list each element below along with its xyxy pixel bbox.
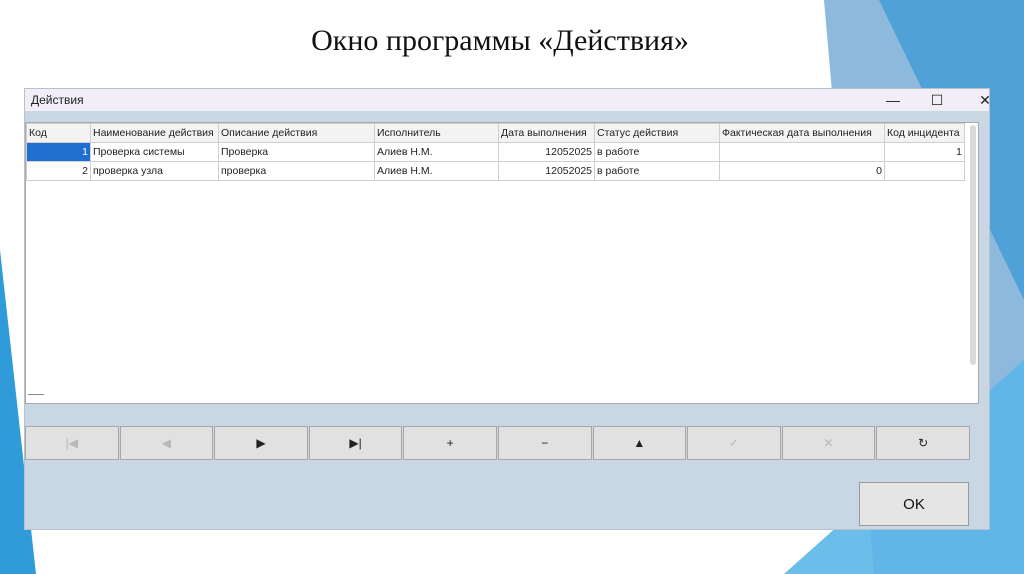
actions-table: Код Наименование действия Описание дейст…	[26, 123, 965, 181]
close-button[interactable]: ✕	[969, 89, 1001, 111]
maximize-button[interactable]: ☐	[921, 89, 953, 111]
post-record-button[interactable]: ✓	[687, 426, 781, 460]
actions-grid[interactable]: Код Наименование действия Описание дейст…	[25, 122, 979, 404]
window-titlebar[interactable]: Действия — ☐ ✕	[25, 89, 991, 111]
table-header-row: Код Наименование действия Описание дейст…	[26, 123, 965, 143]
table-cell[interactable]: проверка узла	[90, 161, 219, 181]
table-cell[interactable]: Проверка системы	[90, 142, 219, 162]
db-navigator: |◀ ◀ ▶ ▶| + − ▲ ✓ ✕ ↻	[25, 426, 971, 460]
table-cell[interactable]: 2	[26, 161, 91, 181]
table-cell[interactable]: проверка	[218, 161, 375, 181]
column-header[interactable]: Исполнитель	[374, 123, 499, 143]
table-cell[interactable]: 12052025	[498, 161, 595, 181]
column-header[interactable]: Код	[26, 123, 91, 143]
slide-title: Окно программы «Действия»	[311, 24, 689, 57]
cancel-edit-button[interactable]: ✕	[781, 426, 876, 460]
column-header[interactable]: Описание действия	[218, 123, 375, 143]
table-cell[interactable]: Алиев Н.М.	[374, 142, 499, 162]
table-cell[interactable]	[884, 161, 965, 181]
actions-window: Действия — ☐ ✕ Код Наименование действия…	[24, 88, 991, 530]
next-record-icon: ▶	[256, 436, 266, 450]
refresh-button[interactable]: ↻	[876, 426, 970, 460]
table-row[interactable]: 1 Проверка системы Проверка Алиев Н.М. 1…	[26, 142, 965, 162]
delete-record-button[interactable]: −	[497, 426, 592, 460]
column-header[interactable]: Код инцидента	[884, 123, 965, 143]
table-row[interactable]: 2 проверка узла проверка Алиев Н.М. 1205…	[26, 161, 965, 181]
table-cell[interactable]: 1	[884, 142, 965, 162]
minimize-button[interactable]: —	[877, 89, 909, 111]
table-cell[interactable]	[719, 142, 885, 162]
table-cell[interactable]: в работе	[594, 161, 720, 181]
first-record-button[interactable]: |◀	[25, 426, 119, 460]
column-header[interactable]: Наименование действия	[90, 123, 219, 143]
vertical-scrollbar[interactable]	[970, 125, 976, 365]
edit-record-button[interactable]: ▲	[592, 426, 687, 460]
table-cell[interactable]: в работе	[594, 142, 720, 162]
table-cell[interactable]: Проверка	[218, 142, 375, 162]
column-header[interactable]: Статус действия	[594, 123, 720, 143]
table-cell[interactable]: 1	[26, 142, 91, 162]
table-cell[interactable]: 0	[719, 161, 885, 181]
edit-record-icon: ▲	[633, 436, 646, 450]
prior-record-icon: ◀	[161, 436, 171, 450]
table-cell[interactable]: Алиев Н.М.	[374, 161, 499, 181]
insert-record-icon: +	[446, 436, 454, 450]
window-title: Действия	[31, 93, 84, 107]
ok-button[interactable]: OK	[859, 482, 969, 526]
prior-record-button[interactable]: ◀	[119, 426, 214, 460]
refresh-icon: ↻	[918, 436, 929, 450]
next-record-button[interactable]: ▶	[214, 426, 308, 460]
table-cell[interactable]: 12052025	[498, 142, 595, 162]
cancel-edit-icon: ✕	[823, 436, 834, 450]
last-record-icon: ▶|	[349, 436, 362, 450]
horizontal-scrollbar[interactable]	[28, 394, 44, 395]
delete-record-icon: −	[541, 436, 549, 450]
column-header[interactable]: Дата выполнения	[498, 123, 595, 143]
last-record-button[interactable]: ▶|	[308, 426, 403, 460]
post-record-icon: ✓	[728, 436, 739, 450]
first-record-icon: |◀	[65, 436, 78, 450]
column-header[interactable]: Фактическая дата выполнения	[719, 123, 885, 143]
insert-record-button[interactable]: +	[403, 426, 497, 460]
